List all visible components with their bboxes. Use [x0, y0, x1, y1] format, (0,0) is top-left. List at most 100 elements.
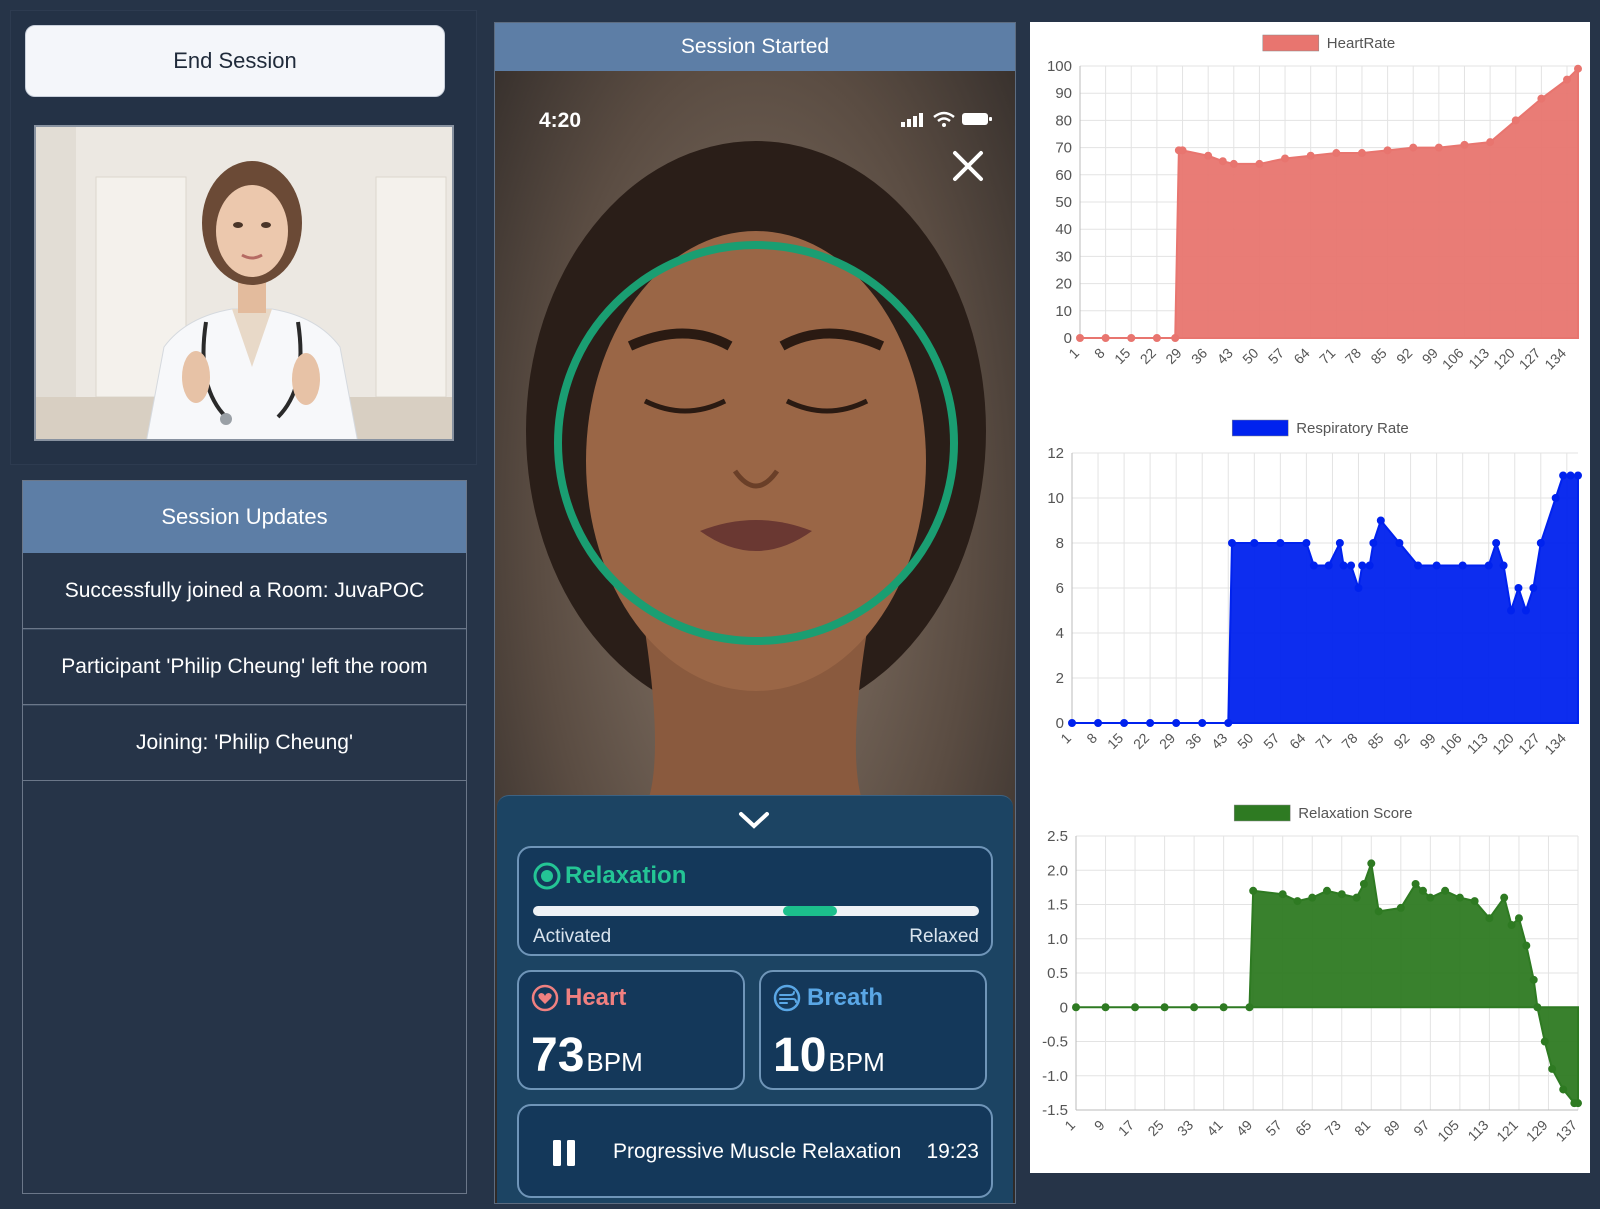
data-point[interactable]: [1152, 334, 1161, 342]
data-point[interactable]: [1146, 719, 1155, 727]
data-point[interactable]: [1281, 154, 1290, 163]
data-point[interactable]: [1500, 893, 1509, 902]
data-point[interactable]: [1120, 719, 1129, 727]
data-point[interactable]: [1068, 719, 1076, 727]
data-point[interactable]: [1418, 886, 1427, 895]
data-point[interactable]: [1563, 75, 1572, 84]
data-point[interactable]: [1411, 879, 1420, 888]
data-point[interactable]: [1255, 159, 1264, 168]
data-point[interactable]: [1218, 157, 1227, 166]
data-point[interactable]: [1160, 1003, 1169, 1012]
data-point[interactable]: [1460, 140, 1469, 149]
data-point[interactable]: [1278, 890, 1287, 899]
data-point[interactable]: [1172, 719, 1181, 727]
data-point[interactable]: [1396, 903, 1405, 912]
data-point[interactable]: [1499, 561, 1508, 570]
data-point[interactable]: [1548, 1064, 1557, 1073]
data-point[interactable]: [1101, 1003, 1110, 1012]
data-point[interactable]: [1458, 561, 1467, 570]
data-point[interactable]: [1492, 539, 1501, 547]
end-session-button[interactable]: End Session: [25, 25, 445, 97]
data-point[interactable]: [1383, 146, 1392, 155]
data-point[interactable]: [1536, 539, 1545, 547]
data-point[interactable]: [1559, 1085, 1568, 1094]
data-point[interactable]: [1302, 539, 1311, 547]
data-point[interactable]: [1354, 584, 1363, 592]
data-point[interactable]: [1574, 1099, 1582, 1108]
data-point[interactable]: [1072, 1003, 1080, 1012]
data-point[interactable]: [1309, 561, 1318, 570]
data-point[interactable]: [1455, 893, 1464, 902]
data-point[interactable]: [1359, 879, 1368, 888]
pause-icon[interactable]: [551, 1138, 577, 1168]
data-point[interactable]: [1358, 561, 1367, 570]
data-point[interactable]: [1293, 897, 1302, 906]
data-point[interactable]: [1551, 494, 1560, 502]
data-point[interactable]: [1224, 719, 1233, 727]
data-point[interactable]: [1522, 941, 1531, 950]
data-point[interactable]: [1308, 893, 1317, 902]
data-point[interactable]: [1198, 719, 1207, 727]
data-point[interactable]: [1574, 64, 1582, 73]
data-point[interactable]: [1229, 159, 1238, 168]
data-point[interactable]: [1540, 1037, 1549, 1046]
data-point[interactable]: [1365, 561, 1374, 570]
legend-label[interactable]: HeartRate: [1327, 35, 1395, 52]
data-point[interactable]: [1276, 539, 1285, 547]
data-point[interactable]: [1219, 1003, 1228, 1012]
data-point[interactable]: [1486, 138, 1495, 147]
data-point[interactable]: [1357, 149, 1366, 158]
data-point[interactable]: [1537, 94, 1546, 103]
data-point[interactable]: [1131, 1003, 1140, 1012]
data-point[interactable]: [1395, 539, 1404, 547]
data-point[interactable]: [1101, 334, 1110, 342]
close-icon[interactable]: [949, 147, 987, 185]
data-point[interactable]: [1485, 914, 1494, 923]
legend-swatch[interactable]: [1231, 419, 1289, 437]
data-point[interactable]: [1432, 561, 1441, 570]
data-point[interactable]: [1335, 539, 1344, 547]
data-point[interactable]: [1529, 584, 1538, 592]
data-point[interactable]: [1076, 334, 1084, 342]
data-point[interactable]: [1470, 897, 1479, 906]
data-point[interactable]: [1190, 1003, 1199, 1012]
data-point[interactable]: [1204, 151, 1213, 160]
data-point[interactable]: [1514, 914, 1523, 923]
data-point[interactable]: [1511, 116, 1520, 125]
data-point[interactable]: [1507, 921, 1516, 930]
data-point[interactable]: [1426, 893, 1435, 902]
data-point[interactable]: [1337, 890, 1346, 899]
data-point[interactable]: [1514, 584, 1523, 592]
data-point[interactable]: [1507, 606, 1516, 615]
legend-label[interactable]: Relaxation Score: [1298, 805, 1412, 822]
data-point[interactable]: [1347, 561, 1356, 570]
data-point[interactable]: [1529, 975, 1538, 984]
data-point[interactable]: [1245, 1003, 1254, 1012]
data-point[interactable]: [1178, 146, 1187, 155]
data-point[interactable]: [1376, 516, 1385, 525]
data-point[interactable]: [1434, 143, 1443, 152]
data-point[interactable]: [1533, 1003, 1542, 1012]
legend-label[interactable]: Respiratory Rate: [1296, 420, 1409, 437]
data-point[interactable]: [1352, 893, 1361, 902]
data-point[interactable]: [1484, 561, 1493, 570]
data-point[interactable]: [1339, 561, 1348, 570]
data-point[interactable]: [1441, 886, 1450, 895]
data-point[interactable]: [1521, 606, 1530, 615]
data-point[interactable]: [1323, 886, 1331, 895]
data-point[interactable]: [1559, 471, 1568, 480]
data-point[interactable]: [1324, 561, 1333, 570]
data-point[interactable]: [1249, 886, 1258, 895]
data-point[interactable]: [1127, 334, 1136, 342]
data-point[interactable]: [1094, 719, 1103, 727]
legend-swatch[interactable]: [1233, 804, 1291, 822]
data-point[interactable]: [1367, 859, 1376, 868]
data-point[interactable]: [1250, 539, 1259, 547]
data-point[interactable]: [1414, 561, 1423, 570]
data-point[interactable]: [1574, 471, 1582, 480]
data-point[interactable]: [1227, 539, 1236, 547]
data-point[interactable]: [1566, 471, 1575, 480]
legend-swatch[interactable]: [1262, 34, 1320, 52]
data-point[interactable]: [1171, 334, 1180, 342]
chevron-down-icon[interactable]: [737, 808, 771, 830]
